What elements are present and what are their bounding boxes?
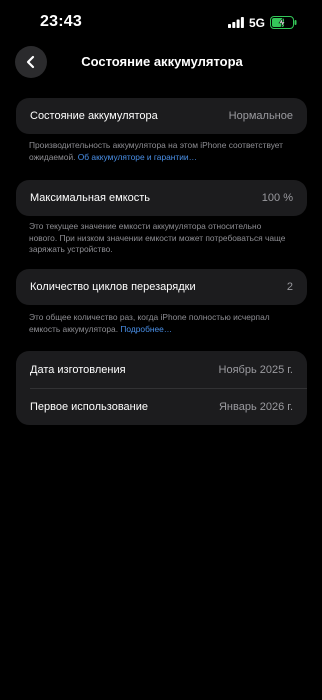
cycle-count-footnote: Это общее количество раз, когда iPhone п…: [29, 312, 291, 335]
first-use-date-label: Первое использование: [30, 400, 148, 413]
max-capacity-card: Максимальная емкость 100 %: [16, 180, 307, 216]
battery-health-footnote: Производительность аккумулятора на этом …: [29, 140, 299, 163]
max-capacity-footnote-text: Это текущее значение емкости аккумулятор…: [29, 221, 286, 254]
first-use-date-value: Январь 2026 г.: [218, 400, 293, 413]
cycle-count-label: Количество циклов перезарядки: [30, 281, 196, 293]
status-bar: 23:43 5G: [0, 0, 322, 46]
max-capacity-footnote: Это текущее значение емкости аккумулятор…: [29, 221, 291, 256]
cellular-signal-icon: [228, 17, 244, 28]
cycle-count-value: 2: [286, 281, 293, 293]
dates-card: Дата изготовления Ноябрь 2025 г. Первое …: [16, 351, 307, 425]
battery-health-value: Нормальное: [228, 110, 293, 122]
status-time: 23:43: [40, 13, 82, 30]
first-use-date-row: Первое использование Январь 2026 г.: [16, 388, 307, 425]
manufacture-date-value: Ноябрь 2025 г.: [218, 363, 293, 376]
page-title: Состояние аккумулятора: [81, 54, 243, 69]
max-capacity-label: Максимальная емкость: [30, 192, 151, 204]
battery-warranty-link[interactable]: Об аккумуляторе и гарантии…: [78, 152, 197, 162]
max-capacity-row: Максимальная емкость 100 %: [16, 180, 307, 216]
cycle-count-row: Количество циклов перезарядки 2: [16, 269, 307, 305]
battery-health-row[interactable]: Состояние аккумулятора Нормальное: [16, 98, 307, 134]
network-type-label: 5G: [249, 16, 266, 30]
cycle-count-card: Количество циклов перезарядки 2: [16, 269, 307, 305]
battery-charging-icon: [270, 16, 297, 29]
manufacture-date-label: Дата изготовления: [30, 363, 126, 376]
max-capacity-value: 100 %: [261, 192, 293, 204]
battery-health-label: Состояние аккумулятора: [30, 110, 158, 122]
manufacture-date-row: Дата изготовления Ноябрь 2025 г.: [16, 351, 307, 388]
battery-health-card[interactable]: Состояние аккумулятора Нормальное: [16, 98, 307, 134]
learn-more-link[interactable]: Подробнее…: [120, 324, 172, 334]
